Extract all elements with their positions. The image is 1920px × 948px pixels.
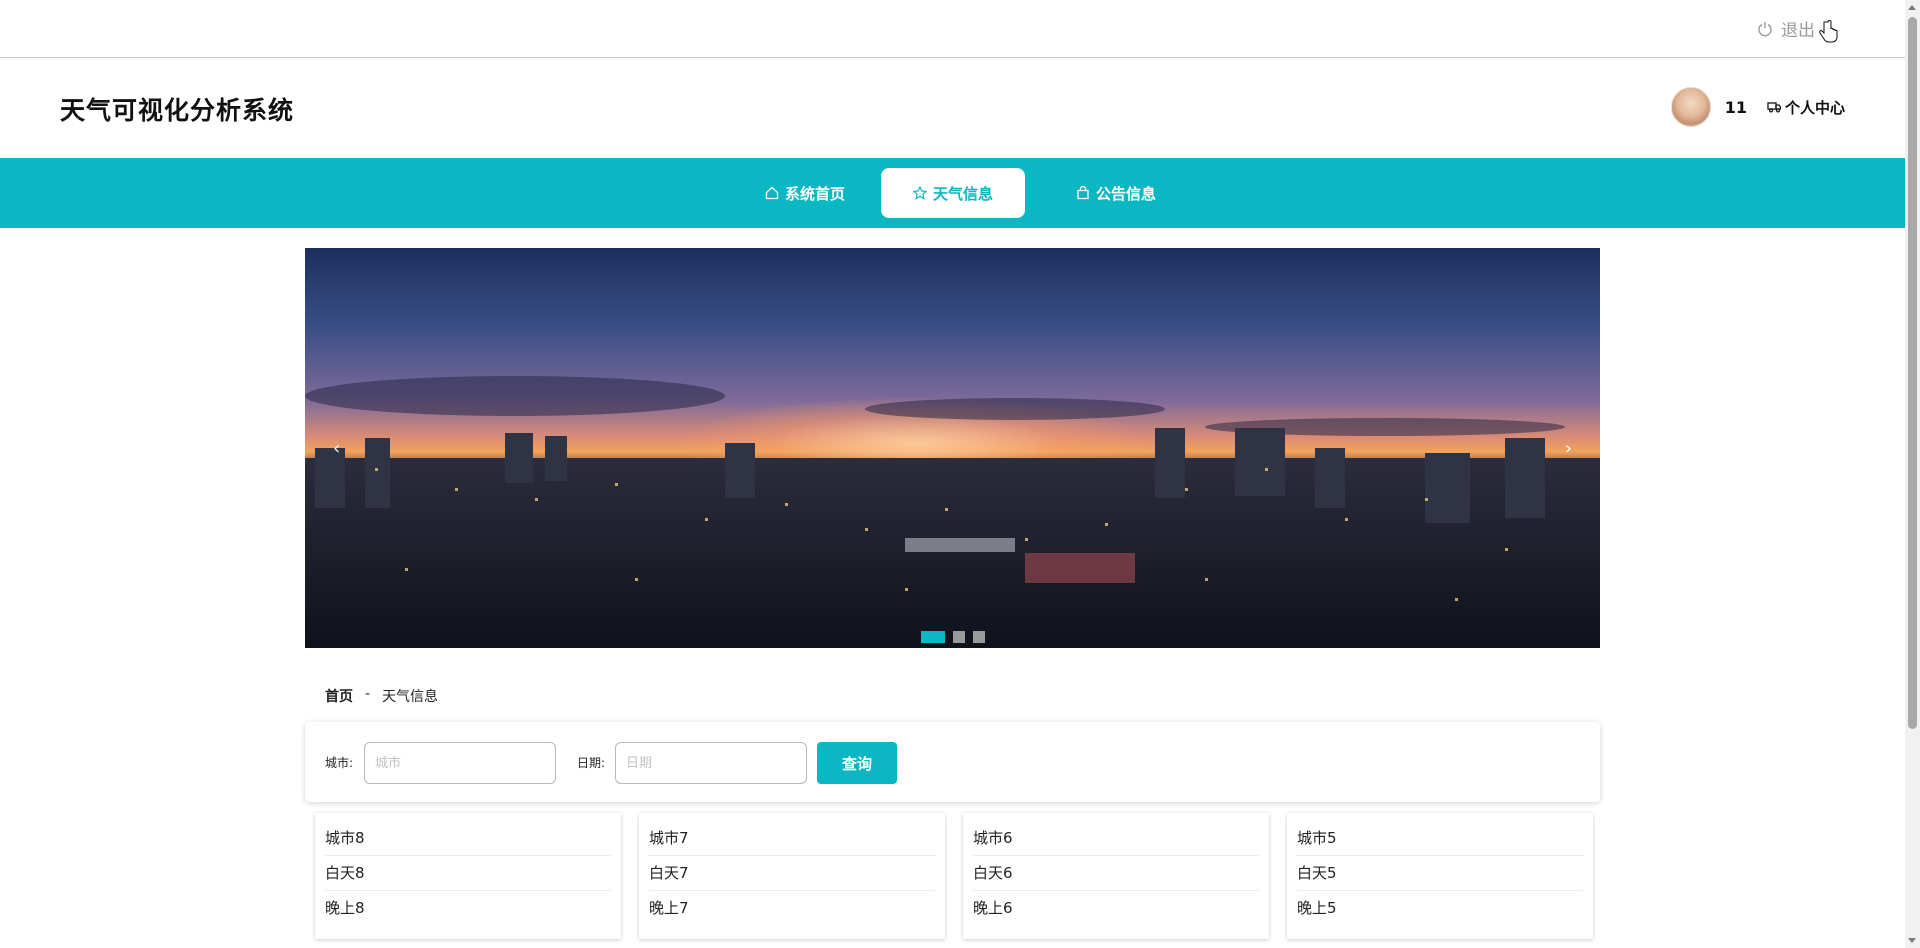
truck-icon — [1767, 102, 1781, 113]
top-bar: 退出 — [0, 0, 1905, 58]
card-city: 城市7 — [649, 821, 935, 856]
nav-item-weather[interactable]: 天气信息 — [881, 168, 1025, 218]
nav-item-label: 公告信息 — [1095, 184, 1156, 203]
cloud — [865, 398, 1165, 420]
site-header: 天气可视化分析系统 11 个人中心 — [0, 59, 1905, 158]
breadcrumb-home[interactable]: 首页 — [325, 686, 353, 706]
card-day: 白天7 — [649, 856, 935, 891]
weather-card[interactable]: 城市6 白天6 晚上6 — [963, 813, 1269, 939]
card-day: 白天6 — [973, 856, 1259, 891]
weather-card[interactable]: 城市8 白天8 晚上8 — [315, 813, 621, 939]
search-button[interactable]: 查询 — [817, 742, 897, 784]
logout-label: 退出 — [1781, 21, 1815, 41]
bag-icon — [1077, 186, 1089, 200]
weather-card[interactable]: 城市5 白天5 晚上5 — [1287, 813, 1593, 939]
card-day: 白天5 — [1297, 856, 1583, 891]
site-title: 天气可视化分析系统 — [60, 96, 295, 125]
nav-item-home[interactable]: 系统首页 — [729, 168, 881, 218]
carousel-indicators — [921, 631, 985, 643]
card-city: 城市8 — [325, 821, 611, 856]
cloud — [305, 376, 725, 416]
city-label: 城市: — [325, 756, 354, 770]
weather-card[interactable]: 城市7 白天7 晚上7 — [639, 813, 945, 939]
breadcrumb-separator: - — [365, 686, 371, 702]
carousel-dot[interactable] — [921, 631, 945, 643]
nav-item-label: 系统首页 — [784, 184, 845, 203]
home-icon — [765, 186, 779, 200]
card-day: 白天8 — [325, 856, 611, 891]
power-icon — [1758, 21, 1772, 36]
scrollbar-thumb[interactable] — [1908, 17, 1917, 729]
carousel-dot[interactable] — [953, 631, 965, 643]
card-night: 晚上6 — [973, 899, 1013, 917]
scroll-up-arrow-icon[interactable] — [1908, 5, 1916, 10]
logout-button[interactable]: 退出 — [1757, 16, 1815, 41]
weather-card-list: 城市8 白天8 晚上8 城市7 白天7 晚上7 城市6 白天6 晚上6 城市5 … — [315, 813, 1593, 939]
carousel-next-button[interactable]: › — [1565, 438, 1572, 459]
nav-item-notice[interactable]: 公告信息 — [1025, 168, 1207, 218]
card-night: 晚上5 — [1297, 899, 1337, 917]
nav-item-label: 天气信息 — [932, 184, 993, 203]
search-panel: 城市: 日期: 查询 — [305, 722, 1600, 802]
date-label: 日期: — [577, 756, 606, 770]
personal-center-label: 个人中心 — [1784, 98, 1845, 117]
date-input[interactable] — [615, 742, 807, 784]
card-city: 城市5 — [1297, 821, 1583, 856]
card-night: 晚上8 — [325, 899, 365, 917]
carousel-prev-button[interactable]: ‹ — [333, 438, 340, 459]
page-scrollbar[interactable] — [1905, 0, 1920, 948]
card-night: 晚上7 — [649, 899, 689, 917]
user-area: 11 个人中心 — [1670, 87, 1845, 127]
city-skyline-image — [305, 428, 1600, 648]
user-name: 11 — [1724, 97, 1747, 117]
carousel-dot[interactable] — [973, 631, 985, 643]
scroll-down-arrow-icon[interactable] — [1908, 938, 1916, 943]
breadcrumb-current: 天气信息 — [382, 689, 439, 705]
hand-cursor-icon — [1819, 20, 1838, 43]
star-icon — [912, 186, 927, 200]
main-nav: 系统首页 天气信息 公告信息 — [0, 158, 1905, 228]
card-city: 城市6 — [973, 821, 1259, 856]
breadcrumb: 首页 - 天气信息 — [325, 686, 438, 706]
city-input[interactable] — [364, 742, 556, 784]
avatar[interactable] — [1670, 87, 1711, 127]
personal-center-link[interactable]: 个人中心 — [1767, 97, 1845, 118]
banner-carousel[interactable]: ‹ › — [305, 248, 1600, 648]
